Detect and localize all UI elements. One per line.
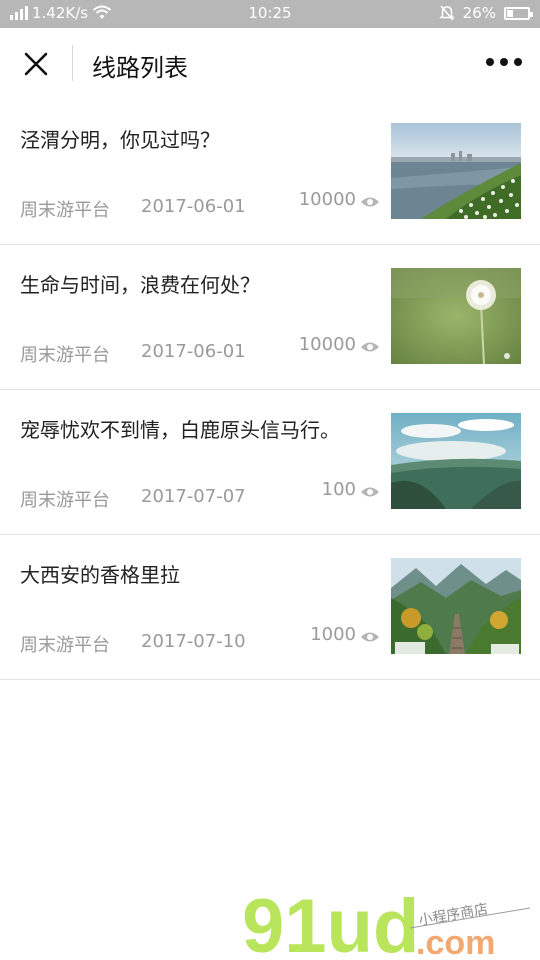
close-icon — [24, 52, 48, 76]
item-views: 10000 — [299, 189, 380, 210]
item-date: 2017-06-01 — [141, 196, 246, 217]
plateau-clouds-image — [391, 413, 521, 509]
more-options-button[interactable] — [486, 54, 522, 70]
status-bar: 1.42K/s 10:25 26% — [0, 0, 540, 28]
item-date: 2017-06-01 — [141, 341, 246, 362]
item-source: 周末游平台 — [20, 345, 110, 366]
list-item[interactable]: 泾渭分明，你见过吗？ 周末游平台 2017-06-01 10000 — [0, 100, 540, 245]
close-button[interactable] — [14, 46, 58, 82]
watermark-domain: .com — [416, 924, 495, 960]
eye-icon — [361, 487, 379, 496]
list-item[interactable]: 大西安的香格里拉 周末游平台 2017-07-10 1000 — [0, 535, 540, 680]
item-date: 2017-07-10 — [141, 631, 246, 652]
view-count: 10000 — [298, 189, 356, 210]
item-source: 周末游平台 — [20, 490, 110, 511]
nav-bar: 线路列表 — [0, 28, 540, 100]
more-dot — [500, 58, 508, 66]
more-dot — [514, 58, 522, 66]
item-title: 大西安的香格里拉 — [20, 563, 180, 587]
item-source: 周末游平台 — [20, 635, 110, 656]
item-views: 10000 — [299, 334, 380, 355]
battery-percent: 26% — [462, 4, 496, 22]
item-thumbnail — [391, 268, 521, 364]
item-thumbnail — [391, 413, 521, 509]
status-right: 26% — [438, 4, 533, 22]
item-views: 1000 — [310, 624, 380, 645]
mountain-valley-image — [391, 558, 521, 654]
more-dot — [486, 58, 494, 66]
item-title: 生命与时间，浪费在何处？ — [20, 273, 260, 297]
eye-icon — [361, 197, 379, 206]
item-title: 宠辱忧欢不到情，白鹿原头信马行。 — [20, 418, 340, 442]
item-views: 100 — [322, 479, 380, 500]
battery-icon — [504, 6, 533, 20]
watermark-logo-text: 91ud — [242, 884, 419, 960]
river-landscape-image — [391, 123, 521, 219]
item-date: 2017-07-07 — [141, 486, 246, 507]
view-count: 10000 — [298, 334, 356, 355]
nav-divider — [72, 45, 73, 81]
view-count: 1000 — [310, 624, 356, 645]
item-source: 周末游平台 — [20, 200, 110, 221]
watermark-logo: 91ud .com 小程序商店 — [240, 882, 540, 960]
route-list: 泾渭分明，你见过吗？ 周末游平台 2017-06-01 10000 生命与时间，… — [0, 100, 540, 680]
page-title: 线路列表 — [92, 54, 188, 82]
item-title: 泾渭分明，你见过吗？ — [20, 128, 220, 152]
bell-muted-icon — [438, 5, 455, 21]
eye-icon — [361, 632, 379, 641]
list-item[interactable]: 宠辱忧欢不到情，白鹿原头信马行。 周末游平台 2017-07-07 100 — [0, 390, 540, 535]
dandelion-image — [391, 268, 521, 364]
item-thumbnail — [391, 558, 521, 654]
item-thumbnail — [391, 123, 521, 219]
list-item[interactable]: 生命与时间，浪费在何处？ 周末游平台 2017-06-01 10000 — [0, 245, 540, 390]
view-count: 100 — [321, 479, 356, 500]
eye-icon — [361, 342, 379, 351]
